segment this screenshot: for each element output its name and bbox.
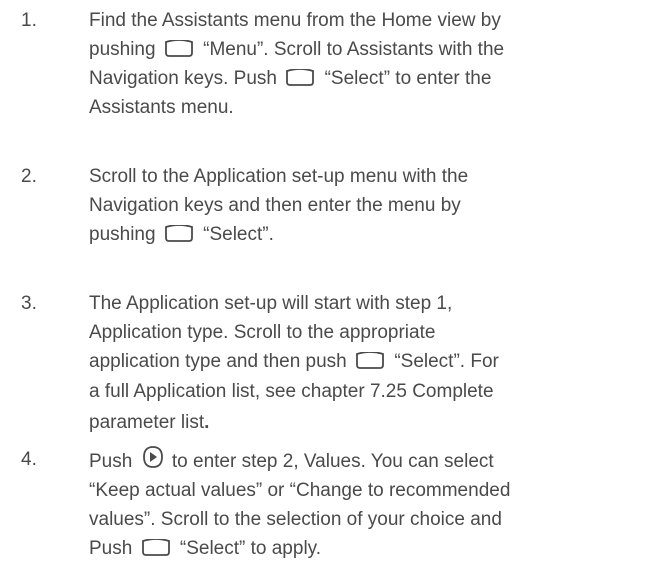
step-text: Scroll to the Application set-up menu wi… <box>89 162 649 249</box>
text-segment: “Select”. <box>203 224 274 245</box>
text-segment: pushing <box>89 39 156 60</box>
text-line: a full Application list, see chapter 7.2… <box>89 376 649 407</box>
text-line: pushing “Select”. <box>89 220 649 249</box>
text-segment: Application type. Scroll to the appropri… <box>89 322 436 343</box>
text-line: “Keep actual values” or “Change to recom… <box>89 476 649 505</box>
step-text: The Application set-up will start with s… <box>89 289 649 438</box>
navkey-icon <box>142 445 164 469</box>
step-text: Find the Assistants menu from the Home v… <box>89 6 649 122</box>
text-segment: a full Application list, see <box>89 381 297 402</box>
text-line: Push “Select” to apply. <box>89 534 649 563</box>
text-line: Assistants menu. <box>89 93 649 122</box>
softkey-icon <box>355 351 385 370</box>
text-segment: Find the Assistants menu from the Home v… <box>89 10 501 31</box>
text-segment: Scroll to the Application set-up menu wi… <box>89 166 469 187</box>
step-number: 2. <box>21 166 37 187</box>
text-segment: The Application set-up will start with s… <box>89 293 453 314</box>
chapter-link-continued[interactable]: parameter list <box>89 412 204 433</box>
step-text: Push to enter step 2, Values. You can se… <box>89 445 649 563</box>
text-segment: Navigation keys. Push <box>89 68 277 89</box>
text-segment: Push <box>89 451 133 472</box>
text-segment: “Keep actual values” or “Change to recom… <box>89 480 511 501</box>
chapter-link[interactable]: chapter 7.25 Complete <box>301 381 493 402</box>
softkey-icon <box>141 538 171 557</box>
text-segment: “Select” to enter the <box>324 68 492 89</box>
text-line: parameter list. <box>89 407 649 438</box>
period-mark: . <box>204 412 210 433</box>
softkey-icon <box>164 39 194 58</box>
text-segment: pushing <box>89 224 156 245</box>
text-segment: application type and then push <box>89 351 347 372</box>
step-number: 4. <box>21 449 37 470</box>
text-segment: Navigation keys and then enter the menu … <box>89 195 461 216</box>
text-line: Find the Assistants menu from the Home v… <box>89 6 649 35</box>
text-segment: Assistants menu. <box>89 97 234 118</box>
text-line: Navigation keys. Push “Select” to enter … <box>89 64 649 93</box>
text-segment: “Select” to apply. <box>179 538 322 559</box>
text-line: Push to enter step 2, Values. You can se… <box>89 445 649 476</box>
text-line: The Application set-up will start with s… <box>89 289 649 318</box>
text-segment: Push <box>89 538 133 559</box>
text-segment: to enter step 2, Values. You can select <box>171 451 494 472</box>
text-segment: “Menu”. Scroll to Assistants with the <box>203 39 505 60</box>
step-number: 3. <box>21 293 37 314</box>
text-line: application type and then push “Select”.… <box>89 347 649 376</box>
text-line: Navigation keys and then enter the menu … <box>89 191 649 220</box>
text-segment: values”. Scroll to the selection of your… <box>89 509 502 530</box>
softkey-icon <box>285 68 315 87</box>
step-number: 1. <box>21 10 37 31</box>
text-line: Scroll to the Application set-up menu wi… <box>89 162 649 191</box>
text-line: Application type. Scroll to the appropri… <box>89 318 649 347</box>
text-line: values”. Scroll to the selection of your… <box>89 505 649 534</box>
text-segment: “Select”. For <box>394 351 499 372</box>
text-line: pushing “Menu”. Scroll to Assistants wit… <box>89 35 649 64</box>
softkey-icon <box>164 224 194 243</box>
